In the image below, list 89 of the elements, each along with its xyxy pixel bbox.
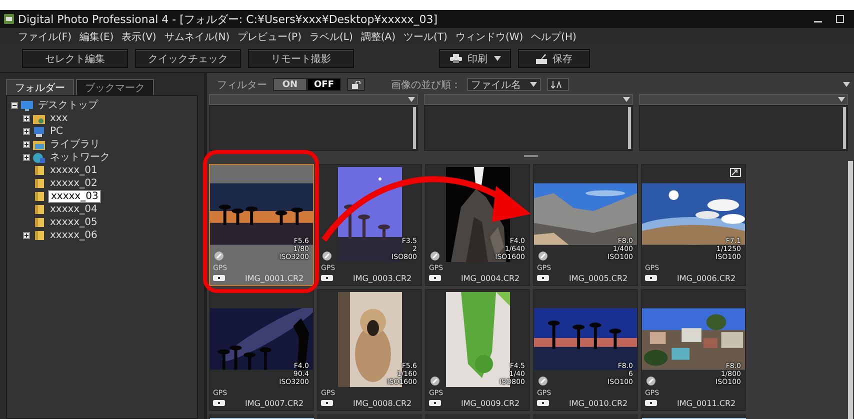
panel-tab[interactable]: フォルダー	[6, 79, 74, 95]
pc-icon	[32, 124, 46, 138]
file-type-icon	[645, 275, 657, 281]
file-name: IMG_0011.CR2	[677, 398, 736, 408]
network-icon	[32, 150, 46, 164]
save-icon	[536, 54, 546, 64]
file-name: IMG_0004.CR2	[461, 274, 520, 282]
caret-icon	[530, 82, 537, 87]
toolbar-button[interactable]: クイックチェック	[135, 49, 241, 68]
tree-item[interactable]: xxxxx_02	[48, 178, 100, 188]
expand-icon[interactable]	[23, 232, 30, 238]
scrollbar[interactable]	[413, 107, 416, 149]
expand-icon[interactable]	[23, 140, 30, 148]
menu-item[interactable]: プレビュー(P)	[238, 30, 302, 44]
toolbar-button[interactable]: セレクト編集	[22, 49, 128, 68]
menu-item[interactable]: ヘルプ(H)	[531, 30, 576, 44]
filter-toggle[interactable]: OFF	[307, 78, 341, 91]
filter-toggle[interactable]: ON	[273, 78, 307, 91]
file-type-icon	[321, 400, 333, 406]
tree-item[interactable]: xxxxx_03	[48, 190, 102, 202]
folder-icon	[32, 216, 46, 228]
folder-icon	[32, 176, 46, 190]
menu-item[interactable]: 表示(V)	[122, 30, 156, 44]
desktop-icon	[20, 98, 34, 112]
scrollbar[interactable]	[628, 107, 631, 149]
sort-dropdown[interactable]: ファイル名	[467, 78, 541, 91]
splitter-handle[interactable]	[524, 155, 538, 157]
menu-item[interactable]: ラベル(L)	[309, 30, 353, 44]
tree-item[interactable]: PC	[48, 126, 66, 136]
file-type-icon	[429, 400, 441, 406]
expand-icon[interactable]	[23, 154, 30, 160]
print-button[interactable]: 印刷	[439, 49, 511, 68]
tree-item[interactable]: xxxxx_06	[48, 230, 100, 240]
file-type-icon	[537, 400, 549, 406]
file-name: IMG_0010.CR2	[569, 398, 628, 408]
tree-item[interactable]: xxxxx_05	[48, 216, 100, 228]
scrollbar[interactable]	[848, 161, 853, 419]
caret-icon	[494, 56, 500, 61]
app-icon	[4, 14, 14, 24]
caret-icon	[408, 97, 415, 102]
menu-item[interactable]: ウィンドウ(W)	[455, 30, 524, 44]
printer-icon	[450, 54, 462, 63]
file-name: IMG_0006.CR2	[677, 274, 736, 282]
caret-icon	[838, 97, 845, 102]
collapse-caret-icon	[843, 82, 850, 87]
tree-item[interactable]: ライブラリ	[48, 138, 102, 150]
file-type-icon	[213, 400, 225, 406]
expand-icon[interactable]	[23, 128, 30, 134]
file-type-icon	[537, 275, 549, 281]
folder-icon	[32, 228, 46, 242]
tree-item[interactable]: デスクトップ	[36, 100, 100, 110]
folder-icon	[32, 164, 46, 176]
tree-item[interactable]: ネットワーク	[48, 152, 112, 162]
file-type-icon	[213, 275, 225, 281]
menu-item[interactable]: ファイル(F)	[18, 30, 72, 44]
file-name: IMG_0001.CR2	[245, 274, 304, 282]
panel-tab[interactable]: ブックマーク	[76, 79, 154, 95]
caret-icon	[623, 97, 630, 102]
sort-order-button[interactable]	[547, 78, 569, 91]
collapse-icon[interactable]	[11, 102, 18, 108]
sort-label: 画像の並び順：	[391, 78, 461, 92]
menu-item[interactable]: 調整(A)	[360, 30, 396, 44]
maximize-icon[interactable]	[836, 15, 844, 23]
tree-item[interactable]: xxx	[48, 112, 70, 124]
menu-item[interactable]: ツール(T)	[404, 30, 448, 44]
menu-item[interactable]: 編集(E)	[80, 30, 114, 44]
file-name: IMG_0009.CR2	[461, 398, 520, 408]
file-type-icon	[645, 400, 657, 406]
save-button[interactable]: 保存	[518, 49, 590, 68]
file-name: IMG_0003.CR2	[353, 274, 412, 282]
menu-item[interactable]: サムネイル(N)	[164, 30, 230, 44]
toolbar-button[interactable]: リモート撮影	[248, 49, 354, 68]
file-type-icon	[321, 275, 333, 281]
expand-icon[interactable]	[23, 114, 30, 122]
enlarge-icon[interactable]	[730, 168, 741, 177]
file-name: IMG_0005.CR2	[569, 274, 628, 282]
tree-item[interactable]: xxxxx_01	[48, 164, 100, 176]
lock-button[interactable]	[347, 78, 365, 91]
file-name: IMG_0008.CR2	[353, 398, 412, 408]
folder-icon	[32, 190, 46, 202]
scrollbar[interactable]	[843, 107, 846, 149]
folder-icon	[32, 202, 46, 216]
lock-icon	[352, 80, 360, 88]
window-title: Digital Photo Professional 4 - [フォルダー: C:¥Users¥xxx¥Desktop¥xxxxx_03]	[18, 12, 438, 26]
file-name: IMG_0007.CR2	[245, 398, 304, 408]
file-type-icon	[429, 275, 441, 281]
filter-list[interactable]	[209, 105, 418, 151]
tree-item[interactable]: xxxxx_04	[48, 204, 100, 214]
filter-label: フィルター	[217, 78, 267, 92]
